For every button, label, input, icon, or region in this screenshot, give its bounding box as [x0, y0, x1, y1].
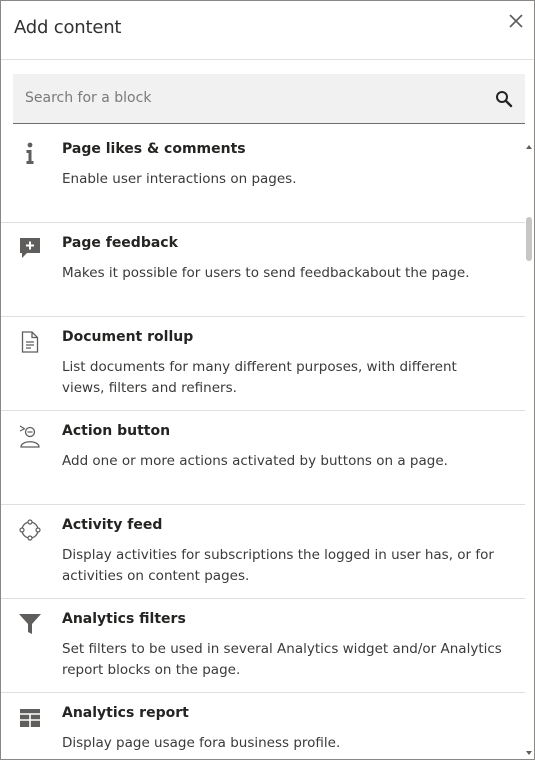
block-list: Page likes & comments Enable user intera… [1, 129, 525, 759]
block-description: Display page usage fora business profile… [62, 735, 341, 751]
block-name: Page feedback [62, 235, 178, 251]
block-name: Analytics report [62, 705, 189, 721]
block-description: Set filters to be used in several Analyt… [62, 641, 502, 678]
scrollbar-thumb[interactable] [526, 217, 532, 261]
search-icon [496, 91, 513, 108]
block-description: Add one or more actions activated by but… [62, 453, 448, 469]
add-content-dialog: Add content Page likes & comments [0, 0, 535, 760]
scroll-down-arrow-icon[interactable] [525, 749, 533, 757]
comment-add-icon [17, 235, 43, 261]
info-icon [17, 141, 43, 167]
scrollbar[interactable] [524, 129, 534, 759]
block-item-document-rollup[interactable]: Document rollup List documents for many … [1, 317, 525, 411]
search-button[interactable] [493, 88, 515, 110]
scroll-up-arrow-icon[interactable] [525, 143, 533, 151]
table-icon [17, 705, 43, 731]
dialog-header: Add content [1, 1, 534, 60]
block-name: Document rollup [62, 329, 194, 345]
block-item-page-feedback[interactable]: Page feedback Makes it possible for user… [1, 223, 525, 317]
block-name: Activity feed [62, 517, 163, 533]
block-name: Analytics filters [62, 611, 186, 627]
close-button[interactable] [504, 9, 528, 33]
close-icon [509, 14, 523, 28]
block-item-activity-feed[interactable]: Activity feed Display activities for sub… [1, 505, 525, 599]
block-description: Display activities for subscriptions the… [62, 547, 494, 584]
search-input[interactable] [13, 74, 485, 122]
block-description: Enable user interactions on pages. [62, 171, 297, 187]
network-icon [17, 517, 43, 543]
block-item-analytics-report[interactable]: Analytics report Display page usage fora… [1, 693, 525, 759]
person-action-icon [17, 423, 43, 449]
search-box [13, 74, 525, 124]
block-item-page-likes-comments[interactable]: Page likes & comments Enable user intera… [1, 129, 525, 223]
block-name: Action button [62, 423, 171, 439]
filter-icon [17, 611, 43, 637]
block-item-action-button[interactable]: Action button Add one or more actions ac… [1, 411, 525, 505]
document-icon [17, 329, 43, 355]
block-name: Page likes & comments [62, 141, 246, 157]
dialog-title: Add content [14, 17, 122, 38]
block-description: Makes it possible for users to send feed… [62, 265, 470, 281]
block-description: List documents for many different purpos… [62, 359, 457, 396]
block-item-analytics-filters[interactable]: Analytics filters Set filters to be used… [1, 599, 525, 693]
